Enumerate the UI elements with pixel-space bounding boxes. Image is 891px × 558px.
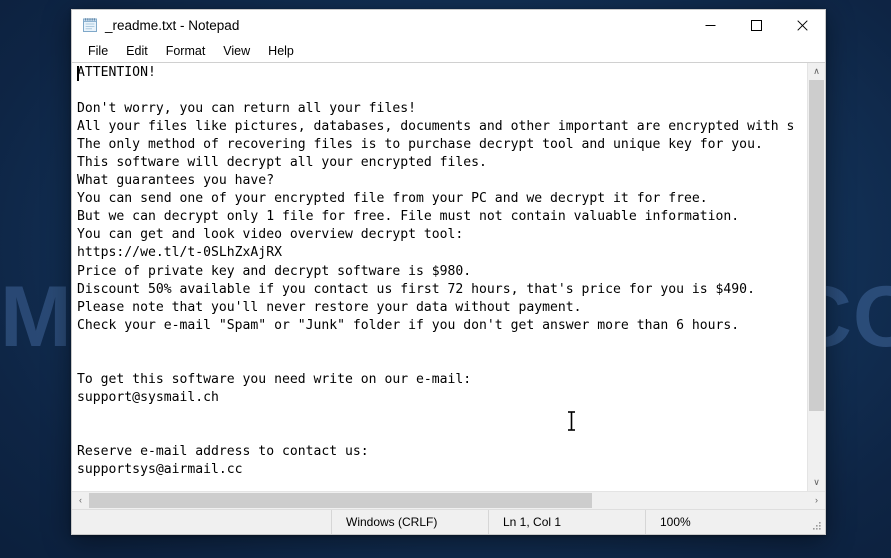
title-bar[interactable]: _readme.txt - Notepad: [72, 10, 825, 40]
vertical-scroll-track[interactable]: [808, 80, 825, 474]
minimize-icon: [705, 24, 715, 26]
text-editor[interactable]: ATTENTION! Don't worry, you can return a…: [72, 63, 807, 491]
status-spacer: [72, 510, 331, 534]
notepad-icon: [82, 17, 98, 33]
editor-area: ATTENTION! Don't worry, you can return a…: [72, 62, 825, 509]
maximize-button[interactable]: [733, 10, 779, 40]
window-title: _readme.txt - Notepad: [105, 17, 240, 33]
maximize-icon: [750, 19, 762, 31]
horizontal-scroll-track[interactable]: [89, 492, 808, 509]
desktop-background: MYANTISPYWARE.COM _readme.txt - Notep: [0, 0, 891, 558]
resize-grip-icon[interactable]: [806, 510, 825, 534]
scroll-right-button[interactable]: ›: [808, 492, 825, 509]
scroll-up-button[interactable]: ∧: [808, 63, 825, 80]
vertical-scrollbar[interactable]: ∧ ∨: [807, 63, 825, 491]
menu-item-edit[interactable]: Edit: [117, 42, 157, 60]
menu-bar: File Edit Format View Help: [72, 40, 825, 62]
menu-item-view[interactable]: View: [214, 42, 259, 60]
vertical-scroll-thumb[interactable]: [809, 80, 824, 411]
menu-item-file[interactable]: File: [79, 42, 117, 60]
horizontal-scrollbar[interactable]: ‹ ›: [72, 491, 825, 509]
scroll-left-button[interactable]: ‹: [72, 492, 89, 509]
close-icon: [796, 19, 808, 31]
menu-item-help[interactable]: Help: [259, 42, 303, 60]
minimize-button[interactable]: [687, 10, 733, 40]
status-encoding: Windows (CRLF): [331, 510, 488, 534]
notepad-window: _readme.txt - Notepad File Edit Format V…: [71, 9, 826, 535]
text-caret: [77, 66, 79, 81]
horizontal-scroll-thumb[interactable]: [89, 493, 593, 508]
menu-item-format[interactable]: Format: [157, 42, 215, 60]
close-button[interactable]: [779, 10, 825, 40]
status-zoom-level: 100%: [645, 510, 806, 534]
status-bar: Windows (CRLF) Ln 1, Col 1 100%: [72, 509, 825, 534]
ransom-note-text: ATTENTION! Don't worry, you can return a…: [77, 65, 795, 478]
status-cursor-position: Ln 1, Col 1: [488, 510, 645, 534]
scroll-down-button[interactable]: ∨: [808, 474, 825, 491]
editor-row: ATTENTION! Don't worry, you can return a…: [72, 63, 825, 491]
